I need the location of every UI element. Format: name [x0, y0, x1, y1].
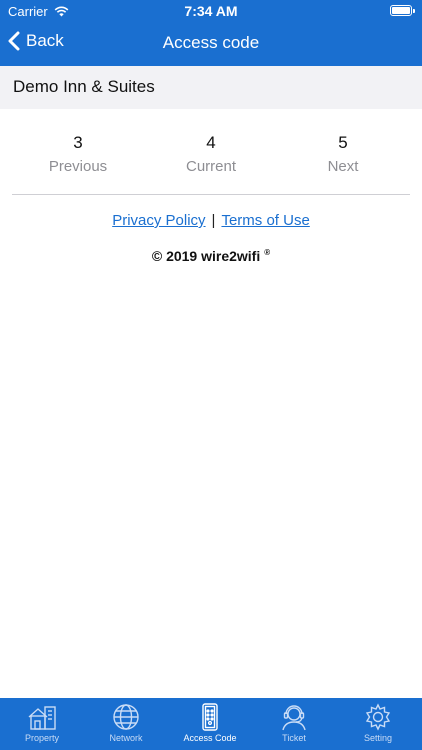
tab-label: Setting [363, 733, 393, 743]
code-label: Next [327, 158, 359, 175]
property-bar: Demo Inn & Suites [0, 66, 422, 109]
tab-setting[interactable]: Setting [336, 698, 420, 750]
globe-icon [113, 704, 139, 730]
code-value: 3 [73, 133, 83, 152]
copyright-text: © 2019 wire2wifi [151, 248, 261, 264]
code-value: 4 [206, 133, 216, 152]
tab-label: Ticket [282, 733, 306, 743]
copyright: © 2019 wire2wifi ® [0, 248, 422, 264]
support-agent-icon [282, 705, 306, 731]
tab-label: Access Code [183, 733, 237, 743]
battery-icon [390, 5, 415, 16]
legal-links: Privacy Policy | Terms of Use [0, 212, 422, 229]
code-current: 4 Current [145, 130, 277, 175]
registered-mark: ® [264, 248, 271, 258]
status-bar: Carrier 7:34 AM [0, 0, 422, 22]
privacy-policy-link[interactable]: Privacy Policy [112, 212, 205, 229]
tab-access-code[interactable]: Access Code [168, 698, 252, 750]
tab-label: Property [24, 733, 59, 743]
page-title: Access code [162, 33, 260, 52]
keypad-icon [202, 703, 218, 731]
link-separator: | [211, 212, 216, 229]
code-value: 5 [338, 133, 348, 152]
tab-ticket[interactable]: Ticket [252, 698, 336, 750]
header: Carrier 7:34 AM Back Access code [0, 0, 422, 66]
property-icon [28, 706, 56, 730]
navbar: Back Access code [0, 22, 422, 66]
code-previous: 3 Previous [12, 130, 144, 175]
tab-bar: Property Network Access Code Ticket Sett… [0, 698, 422, 750]
tab-network[interactable]: Network [84, 698, 168, 750]
code-label: Previous [48, 158, 108, 175]
tab-label: Network [109, 733, 143, 743]
property-name: Demo Inn & Suites [13, 77, 155, 96]
code-label: Current [185, 158, 237, 175]
access-codes: 3 Previous 4 Current 5 Next [12, 130, 410, 194]
status-time: 7:34 AM [184, 3, 238, 19]
code-next: 5 Next [277, 130, 409, 175]
tab-property[interactable]: Property [0, 698, 84, 750]
divider [12, 194, 410, 195]
gear-icon [365, 703, 391, 731]
terms-of-use-link[interactable]: Terms of Use [221, 212, 309, 229]
